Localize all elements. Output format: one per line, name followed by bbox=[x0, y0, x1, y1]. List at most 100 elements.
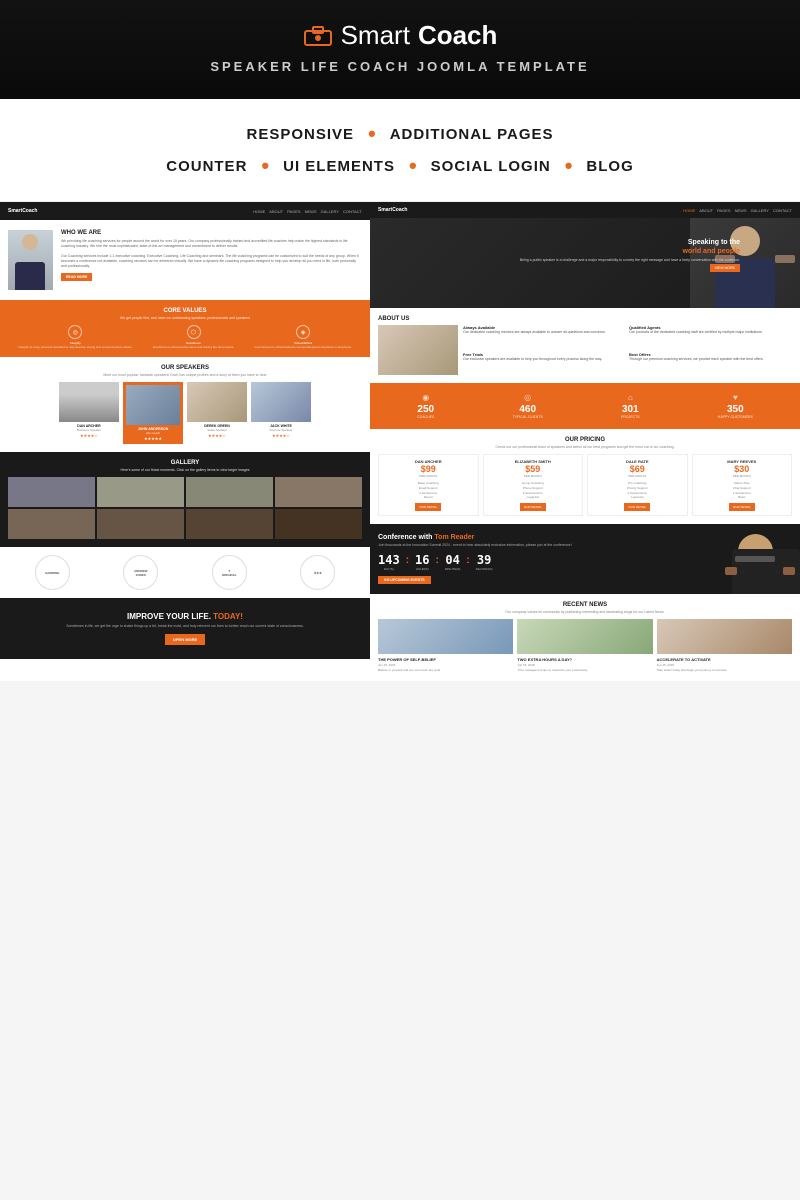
rnav-pages[interactable]: PAGES bbox=[717, 208, 731, 213]
conf-person bbox=[710, 524, 800, 594]
header-subtitle: SPEAKER LIFE COACH JOOMLA TEMPLATE bbox=[0, 59, 800, 74]
speaker-jack-img bbox=[251, 382, 311, 422]
nav-contact[interactable]: CONTACT bbox=[343, 209, 362, 214]
plan-eliz-features: Group CoachingPhone Support2 Sessions/mo… bbox=[488, 481, 579, 500]
core-values-section: CORE VALUES We get people first, and hav… bbox=[0, 300, 370, 357]
read-more-btn[interactable]: READ MORE bbox=[61, 273, 92, 281]
rnav-contact[interactable]: CONTACT bbox=[773, 208, 792, 213]
plan-dan: DAN ARCHER $99 PER MONTH Basic CoachingE… bbox=[378, 454, 479, 516]
plan-mary-price: $30 bbox=[697, 464, 788, 474]
header: SmartCoach SPEAKER LIFE COACH JOOMLA TEM… bbox=[0, 0, 800, 99]
minutes-num: 04 bbox=[445, 553, 461, 567]
core-values-icons: ◎ Integrity Integrity is a key personal … bbox=[8, 325, 362, 349]
about-content: Always Available Our dedicated coaching … bbox=[378, 325, 792, 375]
nav-gallery[interactable]: GALLERY bbox=[321, 209, 339, 214]
news-body-3: Take action today and begin your journey… bbox=[657, 668, 792, 673]
right-logo: SmartCoach bbox=[378, 207, 407, 213]
hero-title: Speaking to the world and people bbox=[520, 238, 740, 256]
news-title-3: ACCELERATE TO ACTIVATE bbox=[657, 657, 792, 662]
feat-1-desc: Our dedicated coaching mentors are alway… bbox=[463, 330, 606, 334]
about-image bbox=[378, 325, 458, 375]
speaker-john-img bbox=[126, 385, 180, 425]
news-title-1: THE POWER OF SELF-BELIEF bbox=[378, 657, 513, 662]
cta-title-text: Improve Your Life. bbox=[127, 612, 211, 621]
news-img-3 bbox=[657, 619, 792, 654]
speaker-jack-stars: ★★★★☆ bbox=[251, 433, 311, 438]
speaker-derek: DEREK GREEN Sales Speaker ★★★★☆ bbox=[187, 382, 247, 444]
gallery-item-8 bbox=[275, 509, 362, 539]
plan-mary-btn[interactable]: OUR DETAIL bbox=[729, 503, 755, 511]
stat-coaches: ◉ 250 Coaches bbox=[417, 393, 434, 419]
speaker-john: JOHN ANDERSON Life Coach ★★★★★ bbox=[123, 382, 183, 444]
gallery-grid bbox=[8, 477, 362, 539]
excellence-desc: Excellence is about performance and driv… bbox=[153, 345, 234, 349]
hero-view-btn[interactable]: VIEW MORE bbox=[710, 264, 740, 272]
news-card-2: TWO EXTRA HOURS A DAY? Jun 15, 2018 Time… bbox=[517, 619, 652, 673]
news-grid: THE POWER OF SELF-BELIEF Jun 15, 2018 Be… bbox=[378, 619, 792, 673]
rnav-home[interactable]: HOME bbox=[683, 208, 695, 213]
plan-eliz-btn[interactable]: OUR DETAIL bbox=[520, 503, 546, 511]
badges-row: SAMWISE ANDREWJONES ✦ORIGINAL ★★★ bbox=[0, 547, 370, 598]
pricing-grid: DAN ARCHER $99 PER MONTH Basic CoachingE… bbox=[378, 454, 792, 516]
dark-hero: Speaking to the world and people Being a… bbox=[370, 218, 800, 308]
nav-about[interactable]: ABOUT bbox=[269, 209, 283, 214]
plan-dan-features: Basic CoachingEmail Support1 Session/moR… bbox=[383, 481, 474, 500]
feat-4-desc: Through our premium coaching services, w… bbox=[629, 357, 764, 361]
coaches-num: 250 bbox=[417, 404, 434, 415]
seconds-block: 39 SECOND(S) bbox=[476, 553, 493, 571]
speaker-dan-role: Business Speaker bbox=[59, 428, 119, 432]
nav-pages[interactable]: PAGES bbox=[287, 209, 301, 214]
gallery-title: GALLERY bbox=[8, 460, 362, 466]
speaker-john-stars: ★★★★★ bbox=[126, 436, 180, 441]
feature-blog: BLOG bbox=[586, 158, 633, 175]
conf-events-btn[interactable]: GO UPCOMING EVENTS bbox=[378, 576, 431, 584]
integrity-desc: Integrity is a key personal standard to … bbox=[18, 345, 132, 349]
rnav-gallery[interactable]: GALLERY bbox=[751, 208, 769, 213]
hero-title-white: Speaking to the bbox=[688, 239, 740, 246]
speaker-jack: JACK WHITE Keynote Speaker ★★★★☆ bbox=[251, 382, 311, 444]
left-logo: SmartCoach bbox=[8, 208, 37, 214]
gallery-item-1 bbox=[8, 477, 95, 507]
excellence-icon: ⬡ bbox=[187, 325, 201, 339]
badge-andrew: ANDREWJONES bbox=[123, 555, 158, 590]
days-num: 143 bbox=[378, 553, 400, 567]
speaker-dan-img bbox=[59, 382, 119, 422]
plan-dan-btn[interactable]: OUR DETAIL bbox=[415, 503, 441, 511]
logo-smart: Smart bbox=[341, 20, 410, 51]
speaker-derek-role: Sales Speaker bbox=[187, 428, 247, 432]
nav-home[interactable]: HOME bbox=[253, 209, 265, 214]
projects-icon: ⌂ bbox=[621, 393, 640, 402]
plan-mary: MARY REEVES $30 PER MONTH Starter PlanCh… bbox=[692, 454, 793, 516]
integrity-icon: ◎ bbox=[68, 325, 82, 339]
rnav-about[interactable]: ABOUT bbox=[699, 208, 713, 213]
gallery-section: GALLERY Here's some of our finest moment… bbox=[0, 452, 370, 547]
plan-dan-period: PER MONTH bbox=[383, 474, 474, 478]
rnav-news[interactable]: NEWS bbox=[735, 208, 747, 213]
plan-dale-btn[interactable]: OUR DETAIL bbox=[624, 503, 650, 511]
news-body-1: Believe in yourself and you can reach an… bbox=[378, 668, 513, 673]
about-feat-4: Best Offers Through our premium coaching… bbox=[629, 352, 792, 376]
plan-mary-period: PER MONTH bbox=[697, 474, 788, 478]
seconds-label: SECOND(S) bbox=[476, 567, 493, 571]
happy-label: Happy Customers bbox=[718, 415, 753, 419]
minutes-label: MINUTE(S) bbox=[445, 567, 461, 571]
days-label: DAY(S) bbox=[378, 567, 400, 571]
plan-eliz-price: $59 bbox=[488, 464, 579, 474]
speaker-dan: DAN ARCHER Business Speaker ★★★★☆ bbox=[59, 382, 119, 444]
about-feat-1: Always Available Our dedicated coaching … bbox=[463, 325, 626, 349]
news-section: RECENT NEWS Our company values its commu… bbox=[370, 594, 800, 681]
plan-dan-price: $99 bbox=[383, 464, 474, 474]
nav-news[interactable]: NEWS bbox=[305, 209, 317, 214]
features-bar: RESPONSIVE • ADDITIONAL PAGES COUNTER • … bbox=[0, 99, 800, 202]
cta-section: Improve Your Life. Today! Sometimes in l… bbox=[0, 598, 370, 659]
speakers-title: OUR SPEAKERS bbox=[8, 365, 362, 371]
seconds-num: 39 bbox=[476, 553, 493, 567]
gallery-item-6 bbox=[97, 509, 184, 539]
cta-open-btn[interactable]: OPEN MORE bbox=[165, 634, 205, 645]
stat-happy: ♥ 350 Happy Customers bbox=[718, 393, 753, 419]
feature-counter: COUNTER bbox=[166, 158, 247, 175]
dot-2: • bbox=[261, 153, 269, 179]
hero-body-2: Our Coaching services include 1-1 execut… bbox=[61, 254, 362, 270]
speakers-grid: DAN ARCHER Business Speaker ★★★★☆ JOHN A… bbox=[8, 382, 362, 444]
coaches-icon: ◉ bbox=[417, 393, 434, 402]
